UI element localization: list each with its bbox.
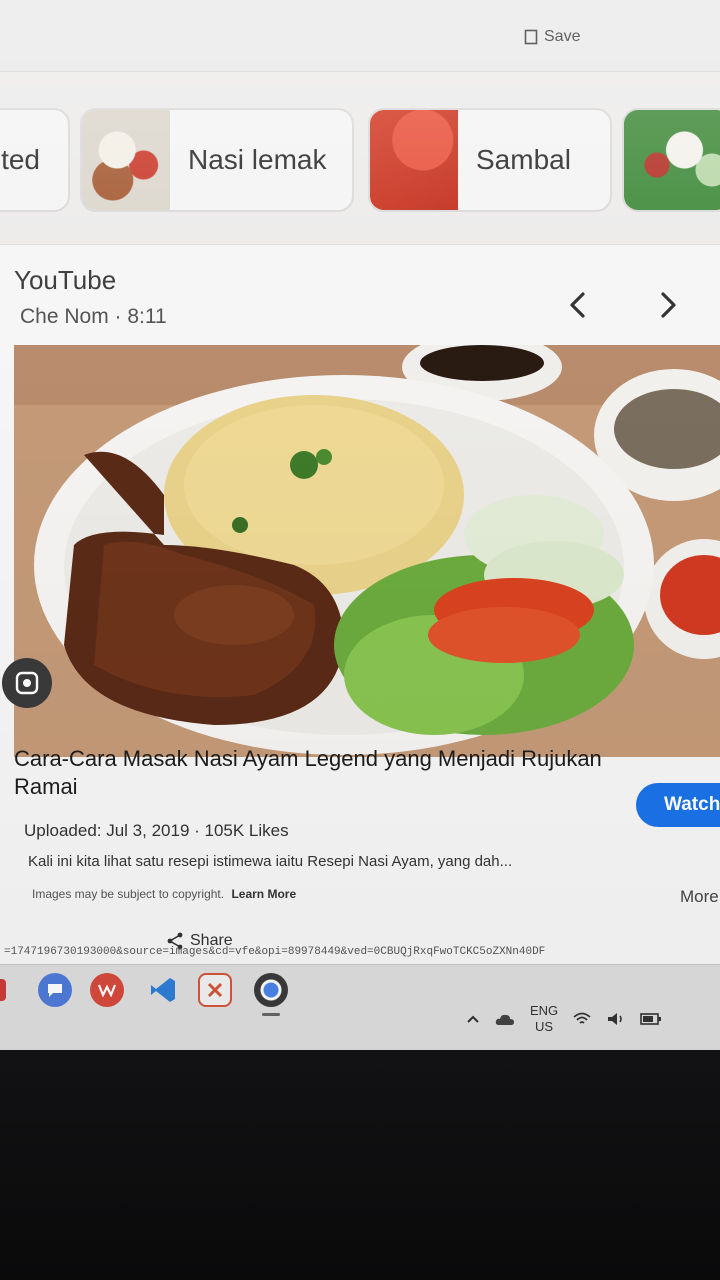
- taskbar-chat-app[interactable]: [38, 973, 72, 1007]
- chip-label: Sambal: [476, 144, 571, 175]
- taskbar-vscode-app[interactable]: [146, 973, 180, 1007]
- taskbar-xampp-app[interactable]: [198, 973, 232, 1007]
- copyright-notice: Images may be subject to copyright. Lear…: [32, 887, 296, 901]
- taskbar-chrome-app[interactable]: [254, 973, 288, 1007]
- vscode-icon: [151, 978, 175, 1002]
- speaker-icon[interactable]: [606, 1011, 626, 1027]
- wps-icon: [97, 984, 117, 997]
- lang-top: ENG: [530, 1003, 559, 1018]
- chip-label: Nasi lemak: [188, 144, 327, 175]
- copyright-text: Images may be subject to copyright.: [32, 887, 225, 901]
- battery-icon[interactable]: [640, 1012, 662, 1026]
- taskbar: ENG US: [0, 964, 720, 1050]
- next-button[interactable]: [648, 285, 688, 325]
- chip-thumbnail: [370, 110, 458, 210]
- more-link[interactable]: More: [680, 887, 719, 907]
- active-indicator: [262, 1013, 280, 1016]
- result-title[interactable]: Cara-Cara Masak Nasi Ayam Legend yang Me…: [14, 745, 614, 801]
- top-strip: [0, 0, 720, 72]
- wifi-icon[interactable]: [572, 1011, 592, 1027]
- taskbar-edge-app[interactable]: [0, 979, 6, 1001]
- bookmark-icon: [524, 29, 538, 45]
- system-tray: ENG US: [466, 999, 662, 1039]
- chevron-right-icon: [661, 292, 676, 318]
- chip-thumbnail: [82, 110, 170, 210]
- food-photo: [14, 345, 720, 757]
- cloud-icon[interactable]: [494, 1011, 516, 1027]
- chevron-up-icon[interactable]: [466, 1014, 480, 1024]
- result-description: Kali ini kita lihat satu resepi istimewa…: [28, 853, 513, 870]
- chat-icon: [48, 984, 62, 997]
- chip-more[interactable]: [622, 108, 720, 212]
- source-site[interactable]: YouTube: [14, 265, 116, 296]
- chip-thumbnail: [624, 110, 720, 210]
- image-preview-panel: YouTube Che Nom · 8:11 Cara-Cara Masak N…: [0, 244, 720, 964]
- learn-more-link[interactable]: Learn More: [231, 887, 296, 901]
- prev-button[interactable]: [558, 285, 598, 325]
- source-meta: Che Nom · 8:11: [20, 305, 167, 328]
- chip-label: ted: [1, 144, 40, 175]
- chip-partial[interactable]: ted: [0, 108, 70, 212]
- language-indicator[interactable]: ENG US: [530, 1003, 558, 1035]
- chip-sambal[interactable]: Sambal: [368, 108, 612, 212]
- status-url: =1747196730193000&source=images&cd=vfe&o…: [4, 946, 546, 958]
- save-button[interactable]: Save: [524, 28, 580, 46]
- watch-button[interactable]: Watch: [636, 783, 720, 827]
- monitor-bezel: [0, 1050, 720, 1280]
- taskbar-wps-app[interactable]: [90, 973, 124, 1007]
- related-chips: ted Nasi lemak Sambal: [0, 96, 720, 226]
- chip-nasi-lemak[interactable]: Nasi lemak: [80, 108, 354, 212]
- lens-search-button[interactable]: [2, 658, 52, 708]
- preview-image[interactable]: [14, 345, 720, 757]
- save-label: Save: [544, 28, 581, 45]
- lang-bottom: US: [535, 1019, 554, 1034]
- result-meta: Uploaded: Jul 3, 2019 · 105K Likes: [24, 821, 289, 840]
- chevron-left-icon: [570, 292, 585, 318]
- screen: ted Nasi lemak Sambal YouTube Che Nom · …: [0, 0, 720, 1050]
- xampp-icon: [207, 982, 223, 998]
- lens-icon: [15, 671, 39, 695]
